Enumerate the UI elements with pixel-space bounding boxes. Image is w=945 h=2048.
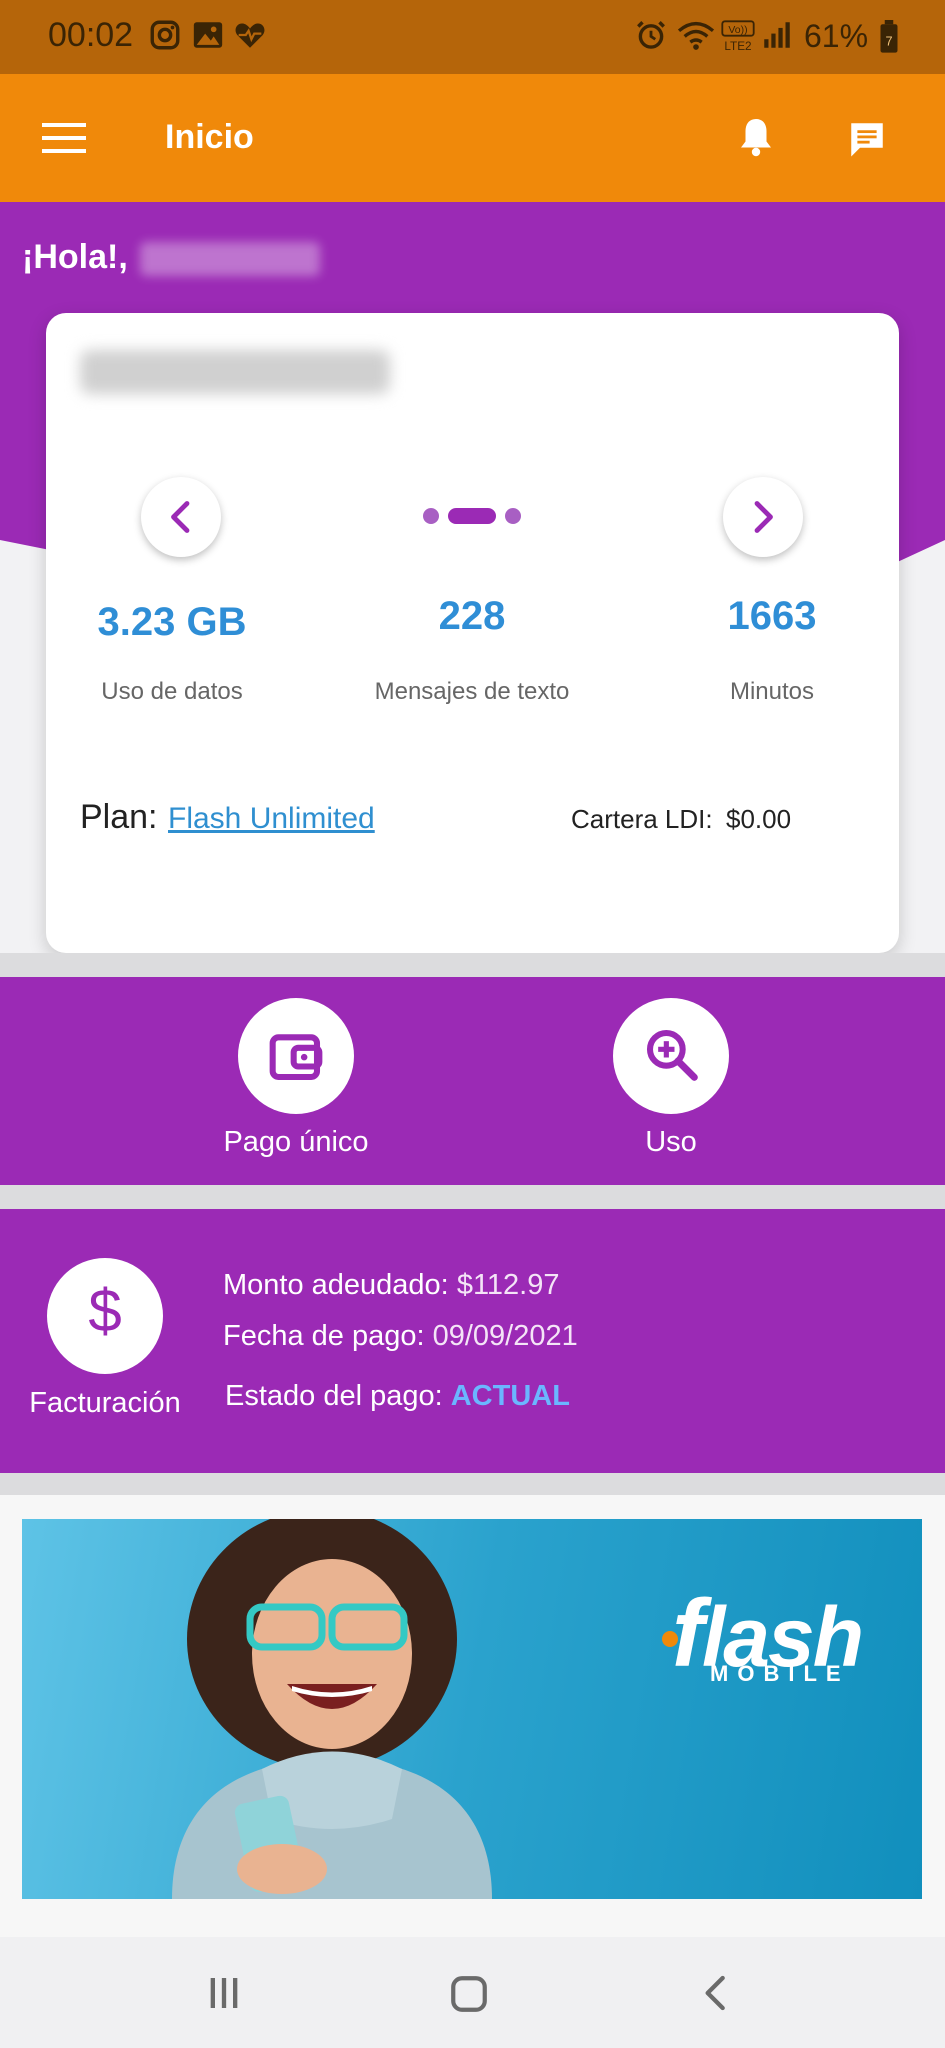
usage-label[interactable]: Uso bbox=[541, 1126, 801, 1159]
wallet-label: Cartera LDI: bbox=[571, 804, 713, 834]
back-icon[interactable] bbox=[698, 1973, 734, 2013]
zoom-in-icon bbox=[646, 1029, 698, 1081]
greeting-text: ¡Hola!, bbox=[22, 238, 128, 276]
plan-label: Plan: bbox=[80, 798, 158, 836]
pager-dot[interactable] bbox=[423, 508, 439, 524]
page-title: Inicio bbox=[165, 118, 254, 156]
status-time: 00:02 bbox=[48, 16, 134, 54]
app-bar: Inicio bbox=[0, 74, 945, 202]
payment-status-label: Estado del pago: bbox=[225, 1380, 443, 1412]
bell-icon[interactable] bbox=[738, 116, 774, 158]
usage-button[interactable] bbox=[613, 998, 729, 1114]
prev-button[interactable] bbox=[141, 477, 221, 557]
minutes-label: Minutos bbox=[729, 678, 815, 705]
svg-text:7: 7 bbox=[885, 34, 892, 49]
payment-date: Fecha de pago: 09/09/2021 bbox=[223, 1320, 578, 1353]
amount-due-value: $112.97 bbox=[456, 1269, 560, 1301]
plan-name-link[interactable]: Flash Unlimited bbox=[168, 802, 375, 836]
system-nav-bar bbox=[0, 1937, 945, 2048]
status-bar: 00:02 Vo)) LTE2 61% 7 bbox=[0, 0, 945, 74]
chat-icon[interactable] bbox=[846, 118, 888, 160]
greeting-name-redacted bbox=[140, 242, 320, 276]
wifi-icon bbox=[677, 21, 715, 50]
promo-banner[interactable]: flash MOBILE bbox=[22, 1519, 922, 1899]
payment-label[interactable]: Pago único bbox=[166, 1126, 426, 1159]
amount-due-label: Monto adeudado: bbox=[223, 1269, 449, 1301]
svg-text:LTE2: LTE2 bbox=[724, 40, 751, 53]
pager-dot[interactable] bbox=[505, 508, 521, 524]
alarm-icon bbox=[637, 21, 665, 49]
payment-status-value: ACTUAL bbox=[450, 1380, 570, 1412]
menu-icon[interactable] bbox=[42, 121, 86, 155]
battery-percent: 61% bbox=[804, 18, 869, 54]
payment-button[interactable] bbox=[238, 998, 354, 1114]
minutes-value: 1663 bbox=[727, 594, 817, 638]
data-usage-label: Uso de datos bbox=[101, 678, 243, 705]
wallet-icon bbox=[269, 1034, 323, 1081]
instagram-icon bbox=[150, 20, 180, 50]
payment-date-value: 09/09/2021 bbox=[432, 1320, 578, 1352]
chevron-right-icon bbox=[754, 501, 773, 533]
section-divider bbox=[0, 1185, 945, 1209]
gallery-icon bbox=[193, 22, 223, 48]
texts-value: 228 bbox=[438, 594, 506, 638]
brand-logo-subtitle: MOBILE bbox=[710, 1661, 850, 1686]
volte-icon: Vo)) LTE2 bbox=[721, 20, 755, 53]
payment-status: Estado del pago: ACTUAL bbox=[225, 1380, 570, 1413]
recents-icon[interactable] bbox=[204, 1973, 244, 2013]
phone-number-redacted bbox=[80, 350, 390, 394]
battery-icon: 7 bbox=[880, 20, 898, 53]
section-divider bbox=[0, 953, 945, 977]
health-icon bbox=[235, 23, 265, 48]
pager-dot-active[interactable] bbox=[448, 508, 496, 524]
wallet-value: $0.00 bbox=[726, 804, 792, 834]
dollar-icon: $ bbox=[88, 1277, 122, 1344]
svg-text:Vo)): Vo)) bbox=[728, 25, 747, 36]
promo-photo bbox=[172, 1519, 678, 1899]
amount-due: Monto adeudado: $112.97 bbox=[223, 1269, 560, 1302]
quick-actions bbox=[0, 977, 945, 1185]
billing-label[interactable]: Facturación bbox=[0, 1387, 210, 1420]
data-usage-value: 3.23 GB bbox=[97, 600, 247, 644]
section-divider bbox=[0, 1473, 945, 1495]
payment-date-label: Fecha de pago: bbox=[223, 1320, 425, 1352]
billing-button[interactable]: $ bbox=[47, 1258, 163, 1374]
texts-label: Mensajes de texto bbox=[374, 678, 570, 705]
signal-icon bbox=[764, 22, 790, 48]
home-icon[interactable] bbox=[448, 1973, 490, 2015]
next-button[interactable] bbox=[723, 477, 803, 557]
chevron-left-icon bbox=[171, 501, 190, 533]
